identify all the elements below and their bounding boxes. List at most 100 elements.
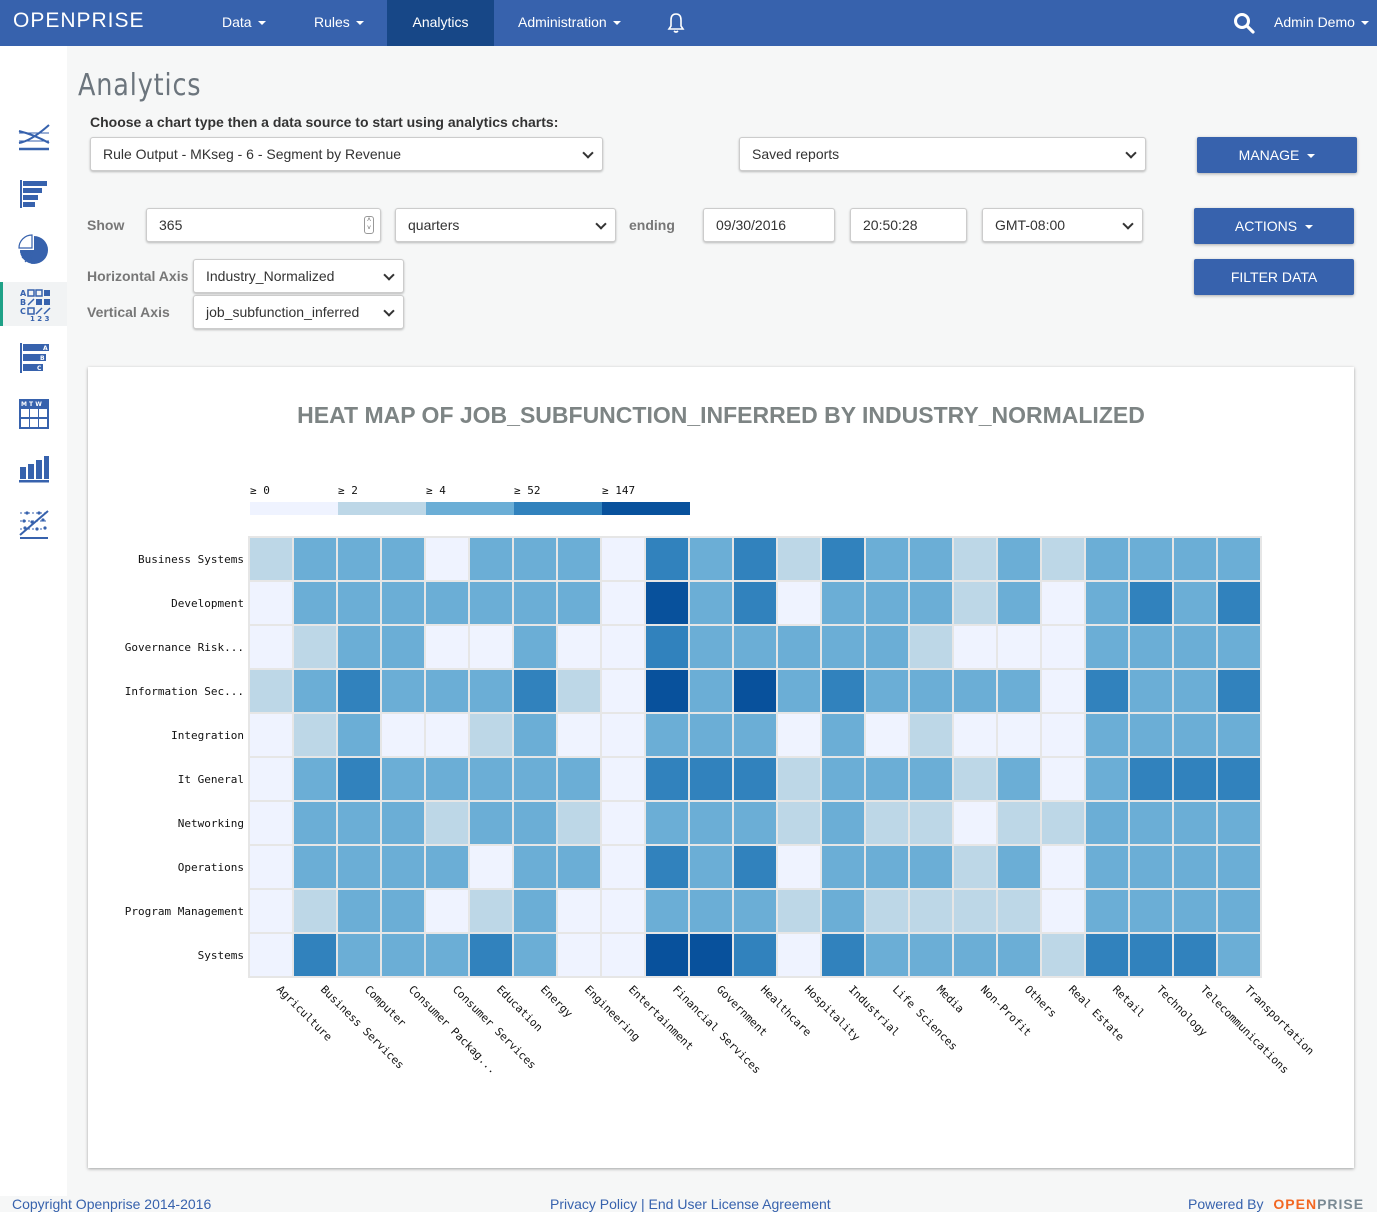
- heatmap-cell[interactable]: [1218, 846, 1260, 888]
- heatmap-cell[interactable]: [426, 802, 468, 844]
- heatmap-cell[interactable]: [426, 538, 468, 580]
- heatmap-cell[interactable]: [382, 538, 424, 580]
- heatmap-cell[interactable]: [910, 846, 952, 888]
- heatmap-cell[interactable]: [734, 802, 776, 844]
- heatmap-cell[interactable]: [1130, 538, 1172, 580]
- heatmap-cell[interactable]: [822, 582, 864, 624]
- heatmap-cell[interactable]: [734, 582, 776, 624]
- heatmap-cell[interactable]: [734, 846, 776, 888]
- heatmap-cell[interactable]: [778, 582, 820, 624]
- heatmap-cell[interactable]: [514, 626, 556, 668]
- heatmap-cell[interactable]: [514, 714, 556, 756]
- heatmap-cell[interactable]: [1130, 758, 1172, 800]
- heatmap-cell[interactable]: [1042, 758, 1084, 800]
- heatmap-cell[interactable]: [514, 846, 556, 888]
- heatmap-cell[interactable]: [646, 582, 688, 624]
- heatmap-cell[interactable]: [602, 890, 644, 932]
- nav-rules[interactable]: Rules: [314, 0, 364, 46]
- heatmap-cell[interactable]: [602, 934, 644, 976]
- heatmap-cell[interactable]: [910, 934, 952, 976]
- heatmap-cell[interactable]: [558, 670, 600, 712]
- heatmap-cell[interactable]: [602, 538, 644, 580]
- heatmap-cell[interactable]: [1218, 758, 1260, 800]
- heatmap-cell[interactable]: [558, 934, 600, 976]
- heatmap-cell[interactable]: [294, 626, 336, 668]
- heatmap-cell[interactable]: [778, 626, 820, 668]
- stepper-icon[interactable]: ˄ ˅: [364, 216, 374, 234]
- heatmap-cell[interactable]: [294, 934, 336, 976]
- heatmap-cell[interactable]: [1174, 714, 1216, 756]
- heatmap-cell[interactable]: [954, 846, 996, 888]
- heatmap-cell[interactable]: [426, 890, 468, 932]
- heatmap-cell[interactable]: [470, 626, 512, 668]
- end-time-input[interactable]: 20:50:28: [850, 208, 967, 242]
- saved-reports-select[interactable]: Saved reports: [739, 137, 1146, 171]
- heatmap-cell[interactable]: [1086, 538, 1128, 580]
- heatmap-cell[interactable]: [734, 890, 776, 932]
- heatmap-cell[interactable]: [822, 890, 864, 932]
- heatmap-cell[interactable]: [910, 582, 952, 624]
- legal-links[interactable]: Privacy Policy | End User License Agreem…: [550, 1196, 831, 1212]
- horizontal-axis-select[interactable]: Industry_Normalized: [193, 259, 404, 293]
- heatmap-cell[interactable]: [690, 538, 732, 580]
- sidebar-item-column-chart[interactable]: [0, 446, 67, 490]
- heatmap-cell[interactable]: [910, 802, 952, 844]
- nav-analytics[interactable]: Analytics: [387, 0, 494, 46]
- heatmap-cell[interactable]: [954, 714, 996, 756]
- heatmap-cell[interactable]: [866, 626, 908, 668]
- heatmap-cell[interactable]: [734, 670, 776, 712]
- heatmap-cell[interactable]: [1086, 934, 1128, 976]
- heatmap-cell[interactable]: [866, 714, 908, 756]
- heatmap-cell[interactable]: [1042, 890, 1084, 932]
- heatmap-cell[interactable]: [690, 934, 732, 976]
- heatmap-cell[interactable]: [338, 890, 380, 932]
- heatmap-cell[interactable]: [1086, 582, 1128, 624]
- heatmap-cell[interactable]: [1130, 670, 1172, 712]
- heatmap-cell[interactable]: [294, 670, 336, 712]
- heatmap-cell[interactable]: [866, 934, 908, 976]
- heatmap-cell[interactable]: [646, 538, 688, 580]
- heatmap-cell[interactable]: [426, 934, 468, 976]
- heatmap-cell[interactable]: [998, 626, 1040, 668]
- heatmap-cell[interactable]: [382, 758, 424, 800]
- vertical-axis-select[interactable]: job_subfunction_inferred: [193, 295, 404, 329]
- heatmap-cell[interactable]: [514, 890, 556, 932]
- heatmap-cell[interactable]: [954, 626, 996, 668]
- heatmap-cell[interactable]: [250, 846, 292, 888]
- heatmap-cell[interactable]: [294, 846, 336, 888]
- heatmap-cell[interactable]: [822, 846, 864, 888]
- heatmap-cell[interactable]: [1174, 934, 1216, 976]
- heatmap-cell[interactable]: [470, 582, 512, 624]
- period-select[interactable]: quarters: [395, 208, 616, 242]
- heatmap-cell[interactable]: [690, 714, 732, 756]
- heatmap-cell[interactable]: [514, 538, 556, 580]
- heatmap-cell[interactable]: [690, 670, 732, 712]
- heatmap-cell[interactable]: [690, 802, 732, 844]
- heatmap-cell[interactable]: [338, 802, 380, 844]
- heatmap-cell[interactable]: [1218, 538, 1260, 580]
- heatmap-cell[interactable]: [822, 934, 864, 976]
- heatmap-cell[interactable]: [1174, 538, 1216, 580]
- heatmap-cell[interactable]: [910, 890, 952, 932]
- user-menu[interactable]: Admin Demo: [1274, 0, 1369, 46]
- heatmap-cell[interactable]: [338, 582, 380, 624]
- sidebar-item-line-chart[interactable]: [0, 116, 67, 160]
- heatmap-cell[interactable]: [734, 714, 776, 756]
- heatmap-cell[interactable]: [338, 626, 380, 668]
- heatmap-cell[interactable]: [602, 758, 644, 800]
- heatmap-cell[interactable]: [382, 934, 424, 976]
- heatmap-cell[interactable]: [294, 582, 336, 624]
- filter-data-button[interactable]: FILTER DATA: [1194, 259, 1354, 295]
- heatmap-cell[interactable]: [250, 538, 292, 580]
- heatmap-cell[interactable]: [954, 934, 996, 976]
- heatmap-cell[interactable]: [1042, 802, 1084, 844]
- heatmap-cell[interactable]: [602, 846, 644, 888]
- heatmap-cell[interactable]: [910, 714, 952, 756]
- heatmap-cell[interactable]: [1130, 846, 1172, 888]
- heatmap-cell[interactable]: [998, 538, 1040, 580]
- heatmap-cell[interactable]: [426, 714, 468, 756]
- heatmap-cell[interactable]: [646, 626, 688, 668]
- heatmap-cell[interactable]: [822, 538, 864, 580]
- heatmap-cell[interactable]: [910, 626, 952, 668]
- heatmap-cell[interactable]: [646, 934, 688, 976]
